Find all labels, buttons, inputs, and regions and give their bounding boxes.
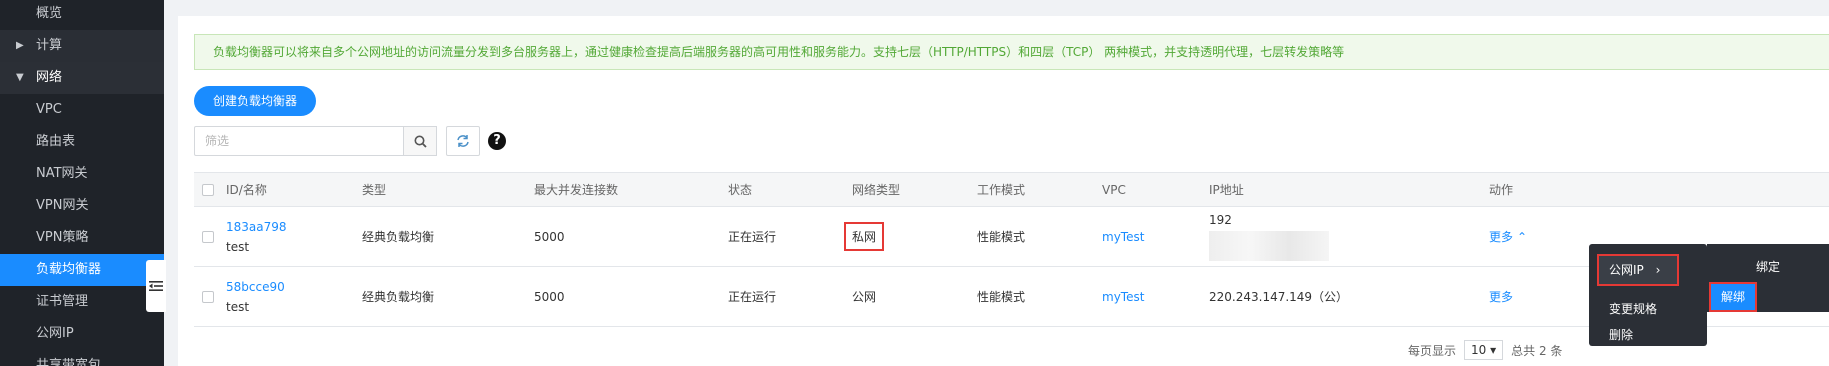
chevron-up-icon: ⌃: [1517, 229, 1528, 244]
vpc-cell: myTest: [1102, 267, 1144, 326]
top-bar: [178, 0, 1829, 16]
ip-cell: 220.243.147.149（公）: [1209, 290, 1349, 304]
header-status: 状态: [728, 183, 753, 197]
sidebar-group-compute[interactable]: ▶ 计算: [0, 30, 164, 62]
caret-down-icon: ▾: [1490, 343, 1497, 357]
header-work-mode: 工作模式: [977, 183, 1026, 197]
table-row: 58bcce90 test 经典负载均衡 5000 正在运行 公网 性能模式 m…: [194, 267, 1829, 327]
id-name-cell: 183aa798 test: [226, 207, 287, 266]
public-ip-submenu: 绑定 解绑: [1707, 244, 1829, 312]
chevron-right-icon: ▶: [16, 40, 24, 51]
more-label: 更多: [1489, 230, 1514, 244]
sidebar-item-route-table[interactable]: 路由表: [0, 126, 164, 158]
table-row: 183aa798 test 经典负载均衡 5000 正在运行 私网 性能模式 m…: [194, 207, 1829, 267]
row-checkbox[interactable]: [202, 267, 214, 326]
select-all-checkbox[interactable]: [202, 173, 214, 206]
header-actions: 动作: [1489, 183, 1514, 197]
header-vpc: VPC: [1102, 182, 1126, 197]
checkbox[interactable]: [202, 290, 214, 303]
sidebar-item-public-ip[interactable]: 公网IP: [0, 318, 164, 350]
main-content: 负载均衡器可以将来自多个公网地址的访问流量分发到多台服务器上，通过健康检查提高后…: [178, 0, 1829, 366]
collapse-sidebar-button[interactable]: [146, 260, 166, 312]
lb-name: test: [226, 239, 250, 254]
id-name-cell: 58bcce90 test: [226, 267, 285, 326]
sidebar-item-vpn-gateway[interactable]: VPN网关: [0, 190, 164, 222]
help-icon[interactable]: ?: [488, 132, 506, 150]
row-checkbox[interactable]: [202, 207, 214, 266]
table-header: ID/名称 类型 最大并发连接数 状态 网络类型 工作模式 VPC IP地址 动…: [194, 173, 1829, 207]
header-network-type: 网络类型: [852, 183, 901, 197]
refresh-button[interactable]: [446, 126, 480, 156]
ip-address: 192: [1209, 212, 1232, 227]
more-actions-menu: 公网IP › 变更规格 删除: [1589, 244, 1707, 346]
type-cell: 经典负载均衡: [362, 230, 435, 244]
header-max-connections: 最大并发连接数: [534, 183, 619, 197]
sidebar: 概览 ▶ 计算 ▼ 网络 VPC 路由表 NAT网关 VPN网关 VPN策略 负…: [0, 0, 166, 366]
sidebar-item-overview[interactable]: 概览: [0, 0, 164, 30]
refresh-icon: [457, 135, 469, 147]
header-type: 类型: [362, 183, 387, 197]
work-mode-cell: 性能模式: [977, 230, 1026, 244]
max-conn-cell: 5000: [534, 229, 565, 244]
sidebar-group-network[interactable]: ▼ 网络: [0, 62, 164, 94]
blurred-ip: [1209, 230, 1329, 261]
header-ip: IP地址: [1209, 183, 1244, 197]
more-actions-button[interactable]: 更多: [1489, 267, 1513, 326]
ip-cell: 192: [1209, 207, 1329, 266]
network-type-highlight: 私网: [844, 222, 885, 251]
network-type-cell: 公网: [852, 290, 877, 304]
collapse-icon: [149, 281, 163, 291]
search-button[interactable]: [403, 126, 437, 156]
sidebar-item-vpc[interactable]: VPC: [0, 94, 164, 126]
lb-name: test: [226, 299, 250, 314]
vpc-cell: myTest: [1102, 207, 1144, 266]
filter-input[interactable]: [194, 126, 404, 156]
header-id-name: ID/名称: [226, 183, 267, 197]
type-cell: 经典负载均衡: [362, 290, 435, 304]
sidebar-item-load-balancer[interactable]: 负载均衡器: [0, 254, 164, 286]
sidebar-item-nat-gateway[interactable]: NAT网关: [0, 158, 164, 190]
status-cell: 正在运行: [728, 290, 777, 304]
info-notice: 负载均衡器可以将来自多个公网地址的访问流量分发到多台服务器上，通过健康检查提高后…: [194, 34, 1829, 70]
status-cell: 正在运行: [728, 230, 777, 244]
total-count: 总共 2 条: [1511, 343, 1563, 358]
menu-item-public-ip[interactable]: 公网IP ›: [1597, 254, 1679, 286]
chevron-right-icon: ›: [1655, 263, 1661, 277]
checkbox[interactable]: [202, 230, 214, 243]
create-load-balancer-button[interactable]: 创建负载均衡器: [194, 86, 316, 116]
vpc-link[interactable]: myTest: [1102, 230, 1144, 244]
max-conn-cell: 5000: [534, 289, 565, 304]
lb-id-link[interactable]: 183aa798: [226, 217, 287, 237]
vpc-link[interactable]: myTest: [1102, 290, 1144, 304]
sidebar-item-certificates[interactable]: 证书管理: [0, 286, 164, 318]
more-actions-button[interactable]: 更多 ⌃: [1489, 207, 1527, 266]
load-balancer-table: ID/名称 类型 最大并发连接数 状态 网络类型 工作模式 VPC IP地址 动…: [194, 172, 1829, 327]
submenu-item-unbind[interactable]: 解绑: [1709, 282, 1757, 312]
chevron-down-icon: ▼: [16, 72, 24, 83]
per-page-select[interactable]: 10 ▾: [1464, 340, 1504, 360]
work-mode-cell: 性能模式: [977, 290, 1026, 304]
per-page-label: 每页显示: [1408, 343, 1457, 358]
lb-id-link[interactable]: 58bcce90: [226, 277, 285, 297]
sidebar-item-shared-bandwidth[interactable]: 共享带宽包: [0, 350, 164, 366]
checkbox[interactable]: [202, 183, 214, 196]
pagination: 每页显示 10 ▾ 总共 2 条: [1408, 340, 1562, 360]
search-icon: [414, 135, 427, 148]
sidebar-item-vpn-policy[interactable]: VPN策略: [0, 222, 164, 254]
submenu-item-bind[interactable]: 绑定: [1707, 252, 1829, 282]
more-label: 更多: [1489, 290, 1514, 304]
network-type-cell: 私网: [844, 207, 885, 266]
menu-item-delete[interactable]: 删除: [1589, 320, 1707, 350]
